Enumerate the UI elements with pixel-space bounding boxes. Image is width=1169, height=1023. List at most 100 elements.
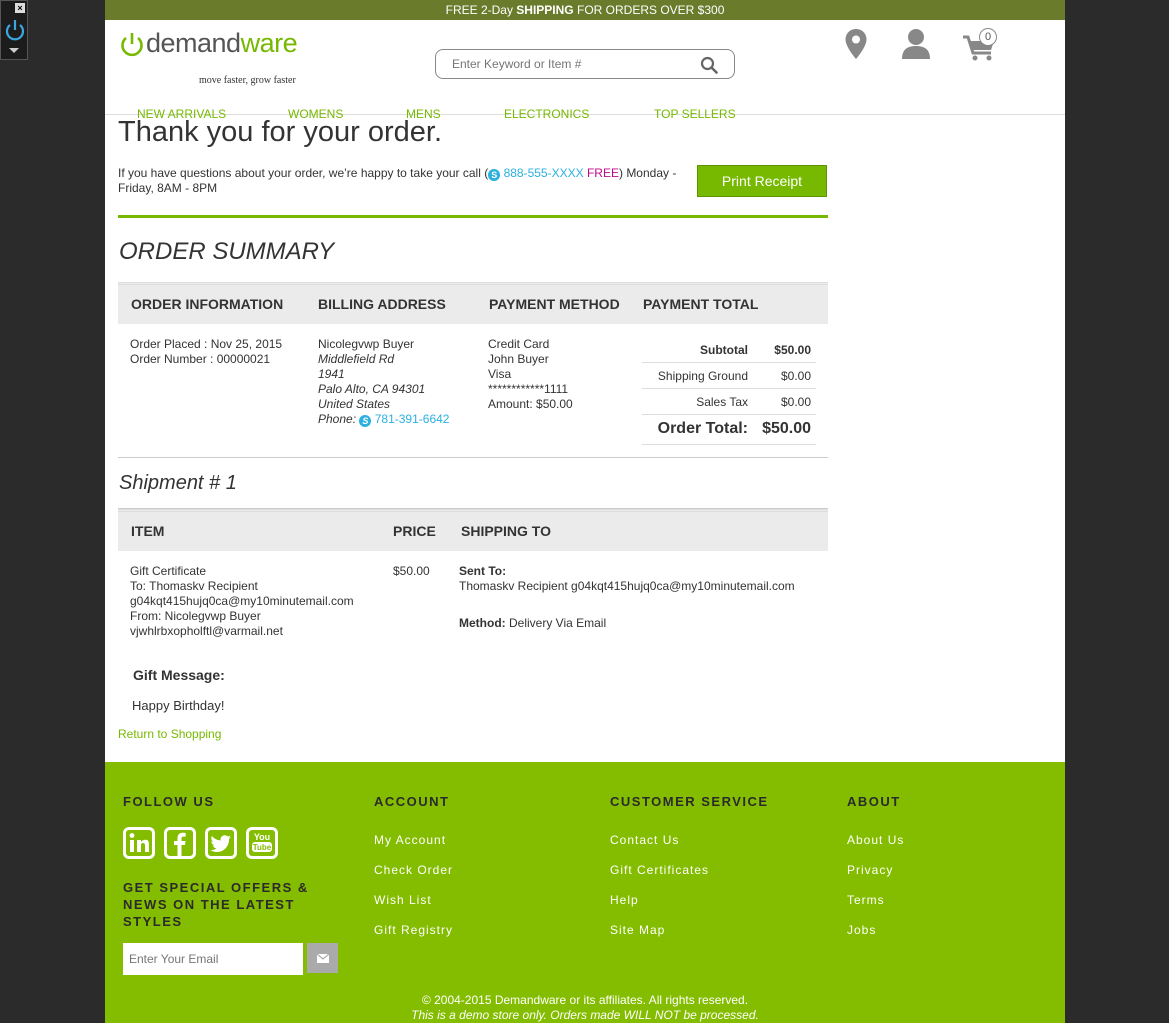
footer-link-about-us[interactable]: About Us — [847, 833, 904, 847]
footer-link-jobs[interactable]: Jobs — [847, 923, 876, 937]
linkedin-icon[interactable] — [123, 827, 155, 859]
method-label: Method: — [459, 616, 506, 630]
payment-name: John Buyer — [488, 352, 549, 366]
copyright: © 2004-2015 Demandware or its affiliates… — [105, 993, 1065, 1023]
location-pin-icon[interactable] — [844, 28, 868, 60]
item-from: From: Nicolegvwp Buyer — [130, 609, 261, 623]
twitter-icon[interactable] — [205, 827, 237, 859]
brand-tagline: move faster, grow faster — [199, 75, 296, 86]
shipping-label: Shipping Ground — [657, 369, 748, 383]
search-box — [435, 49, 735, 79]
footer-link-my-account[interactable]: My Account — [374, 833, 446, 847]
copyright-text: © 2004-2015 Demandware or its affiliates… — [421, 993, 749, 1007]
tax-label: Sales Tax — [696, 395, 748, 409]
billing-country: United States — [318, 397, 391, 411]
subtotal-row: Subtotal $50.00 — [642, 337, 816, 363]
contact-note-prefix: If you have questions about your order, … — [118, 166, 489, 180]
account-title: ACCOUNT — [374, 794, 450, 809]
footer-link-terms[interactable]: Terms — [847, 893, 885, 907]
cart[interactable]: 0 — [962, 28, 1002, 62]
close-icon[interactable]: × — [15, 3, 25, 13]
chevron-down-icon[interactable] — [9, 48, 19, 53]
svg-text:You: You — [254, 832, 270, 842]
footer-link-gift-registry[interactable]: Gift Registry — [374, 923, 453, 937]
demo-disclaimer: This is a demo store only. Orders made W… — [411, 1008, 759, 1022]
billing-address2: 1941 — [318, 367, 345, 381]
item-name: Gift Certificate — [130, 564, 207, 578]
gift-message-label: Gift Message: — [133, 667, 225, 683]
shipping-row: Shipping Ground $0.00 — [642, 363, 816, 389]
search-icon[interactable] — [700, 56, 718, 74]
return-to-shopping-link[interactable]: Return to Shopping — [118, 727, 221, 741]
item-price: $50.00 — [393, 564, 430, 578]
shipping-value: $0.00 — [780, 369, 811, 383]
support-phone[interactable]: 888-555-XXXX — [504, 166, 584, 180]
header-item: ITEM — [131, 523, 165, 539]
footer-link-help[interactable]: Help — [610, 893, 639, 907]
divider — [118, 457, 828, 458]
power-icon — [5, 20, 25, 41]
tax-value: $0.00 — [780, 395, 811, 409]
promo-bar: FREE 2-Day SHIPPING FOR ORDERS OVER $300 — [105, 0, 1065, 20]
newsletter-submit-button[interactable] — [307, 943, 338, 973]
customer-service-title: CUSTOMER SERVICE — [610, 794, 769, 809]
order-number: Order Number : 00000021 — [130, 352, 271, 366]
order-summary-title: ORDER SUMMARY — [119, 238, 335, 265]
item-to-email: g04kqt415hujq0ca@my10minutemail.com — [130, 594, 354, 608]
footer-link-site-map[interactable]: Site Map — [610, 923, 665, 937]
item-to: To: Thomaskv Recipient — [130, 579, 258, 593]
footer-link-gift-certificates[interactable]: Gift Certificates — [610, 863, 709, 877]
print-receipt-button[interactable]: Print Receipt — [697, 165, 827, 197]
header-price: PRICE — [393, 523, 436, 539]
search-input[interactable] — [436, 50, 676, 78]
gift-message: Happy Birthday! — [132, 698, 225, 713]
skype-icon: S — [359, 415, 372, 427]
footer-link-check-order[interactable]: Check Order — [374, 863, 453, 877]
tax-row: Sales Tax $0.00 — [642, 389, 816, 415]
brand-name-part1: demand — [146, 28, 241, 58]
page-title: Thank you for your order. — [118, 116, 442, 148]
billing-name: Nicolegvwp Buyer — [318, 337, 415, 351]
order-placed: Order Placed : Nov 25, 2015 — [130, 337, 283, 351]
free-label: FREE — [586, 166, 619, 180]
facebook-icon[interactable] — [164, 827, 196, 859]
footer-link-wish-list[interactable]: Wish List — [374, 893, 432, 907]
footer-link-privacy[interactable]: Privacy — [847, 863, 893, 877]
logo[interactable]: demand ware move faster, grow faster — [119, 28, 298, 86]
user-icon[interactable] — [901, 28, 931, 60]
order-information: Order Placed : Nov 25, 2015 Order Number… — [130, 337, 282, 367]
promo-suffix: FOR ORDERS OVER $300 — [573, 3, 725, 17]
power-widget[interactable]: × — [0, 0, 28, 60]
order-total-label: Order Total: — [657, 420, 748, 437]
order-summary-header: ORDER INFORMATION BILLING ADDRESS PAYMEN… — [118, 282, 828, 324]
footer: FOLLOW US You Tube GET SPECIAL OFFERS & … — [105, 762, 1065, 1023]
shipment-header: ITEM PRICE SHIPPING TO — [118, 509, 828, 551]
payment-type: Credit Card — [488, 337, 550, 351]
envelope-icon — [316, 953, 329, 963]
divider — [118, 215, 828, 218]
order-total-value: $50.00 — [762, 420, 811, 437]
billing-address1: Middlefield Rd — [318, 352, 395, 366]
promo-prefix: FREE 2-Day — [445, 3, 517, 17]
newsletter-email-input[interactable] — [123, 943, 303, 975]
contact-note: If you have questions about your order, … — [118, 166, 688, 196]
billing-address: Nicolegvwp Buyer Middlefield Rd 1941 Pal… — [318, 337, 449, 427]
payment-totals: Subtotal $50.00 Shipping Ground $0.00 Sa… — [642, 337, 816, 445]
billing-phone[interactable]: 781-391-6642 — [375, 412, 450, 426]
billing-phone-label: Phone: — [318, 412, 357, 426]
youtube-icon[interactable]: You Tube — [246, 827, 278, 859]
shipment-title: Shipment # 1 — [119, 472, 237, 494]
subtotal-value: $50.00 — [774, 343, 811, 357]
cart-count-badge: 0 — [979, 28, 997, 46]
nav-item-top-sellers[interactable]: TOP SELLERS — [654, 107, 736, 121]
header: demand ware move faster, grow faster Ent… — [105, 20, 1065, 121]
item-from-email: vjwhlrbxopholftl@varmail.net — [130, 624, 283, 638]
header-payment-method: PAYMENT METHOD — [489, 296, 620, 312]
main-nav: NEW ARRIVALS WOMENS MENS ELECTRONICS TOP… — [105, 87, 1065, 121]
footer-link-contact-us[interactable]: Contact Us — [610, 833, 679, 847]
billing-city: Palo Alto, CA 94301 — [318, 382, 426, 396]
nav-item-electronics[interactable]: ELECTRONICS — [504, 107, 589, 121]
offers-heading: GET SPECIAL OFFERS & NEWS ON THE LATEST … — [123, 880, 309, 929]
shipment-item: Gift Certificate To: Thomaskv Recipient … — [130, 564, 354, 639]
sent-to-value: Thomaskv Recipient g04kqt415hujq0ca@my10… — [459, 579, 795, 593]
